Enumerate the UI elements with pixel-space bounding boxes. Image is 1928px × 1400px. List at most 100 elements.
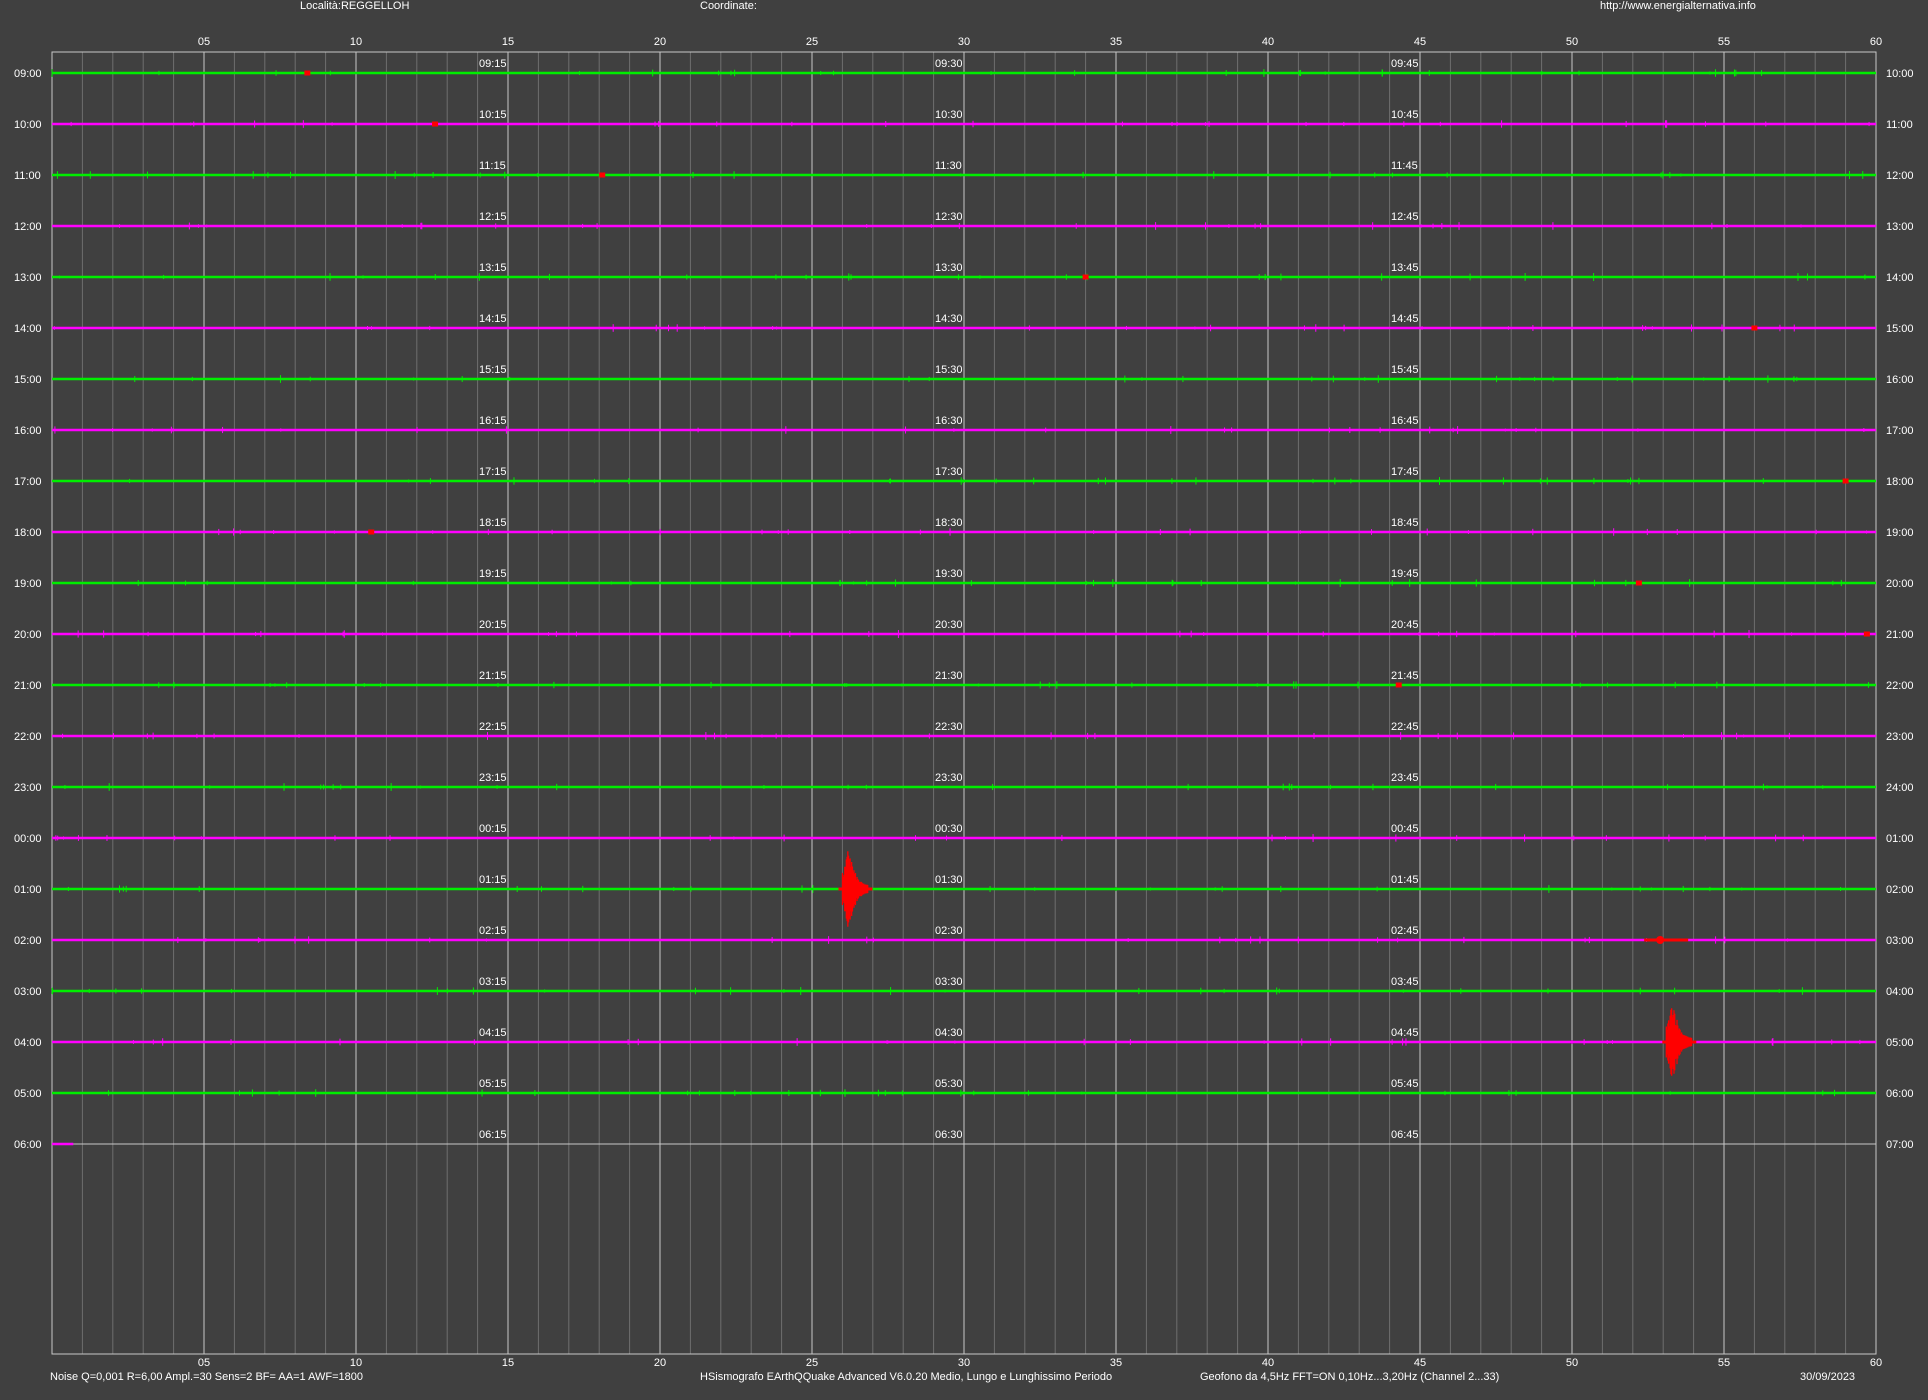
x-tick-label-top: 30: [958, 36, 970, 48]
seismic-event: [1082, 274, 1089, 280]
row-end-label: 17:00: [1886, 425, 1914, 437]
row-quarter-label: 03:15: [479, 976, 507, 988]
row-quarter-label: 04:15: [479, 1027, 507, 1039]
event-core: [1656, 936, 1665, 944]
x-tick-label-top: 25: [806, 36, 818, 48]
row-start-label: 17:00: [14, 476, 42, 488]
row-end-label: 16:00: [1886, 374, 1914, 386]
row-quarter-label: 10:45: [1391, 109, 1419, 121]
row-start-label: 21:00: [14, 680, 42, 692]
row-quarter-label: 19:15: [479, 568, 507, 580]
row-start-label: 19:00: [14, 578, 42, 590]
row-quarter-label: 06:30: [935, 1129, 963, 1141]
row-end-label: 06:00: [1886, 1088, 1914, 1100]
x-tick-label-top: 50: [1566, 36, 1578, 48]
event-marker: [1863, 631, 1870, 637]
row-end-label: 14:00: [1886, 272, 1914, 284]
event-marker: [1082, 274, 1089, 280]
event-marker: [1842, 478, 1849, 484]
row-start-label: 10:00: [14, 119, 42, 131]
row-end-label: 22:00: [1886, 680, 1914, 692]
row-quarter-label: 23:15: [479, 772, 507, 784]
row-start-label: 13:00: [14, 272, 42, 284]
row-quarter-label: 00:45: [1391, 823, 1419, 835]
row-quarter-label: 19:45: [1391, 568, 1419, 580]
row-start-label: 05:00: [14, 1088, 42, 1100]
x-tick-label-bottom: 25: [806, 1357, 818, 1369]
row-quarter-label: 18:30: [935, 517, 963, 529]
row-quarter-label: 09:45: [1391, 58, 1419, 70]
row-quarter-label: 06:15: [479, 1129, 507, 1141]
row-quarter-label: 16:30: [935, 415, 963, 427]
row-quarter-label: 14:45: [1391, 313, 1419, 325]
row-quarter-label: 11:45: [1391, 160, 1418, 172]
x-tick-label-top: 45: [1414, 36, 1426, 48]
row-end-label: 01:00: [1886, 833, 1914, 845]
row-quarter-label: 23:45: [1391, 772, 1419, 784]
seismic-event: [1751, 325, 1758, 331]
row-quarter-label: 15:45: [1391, 364, 1419, 376]
row-quarter-label: 22:45: [1391, 721, 1419, 733]
row-start-label: 03:00: [14, 986, 42, 998]
row-end-label: 12:00: [1886, 170, 1914, 182]
row-end-label: 24:00: [1886, 782, 1914, 794]
x-tick-label-top: 60: [1870, 36, 1882, 48]
seismic-event: [368, 529, 375, 535]
grid-layer: [51, 51, 1877, 1355]
x-tick-label-top: 40: [1262, 36, 1274, 48]
row-quarter-label: 15:15: [479, 364, 507, 376]
row-end-label: 07:00: [1886, 1139, 1914, 1151]
row-end-label: 15:00: [1886, 323, 1914, 335]
row-start-label: 06:00: [14, 1139, 42, 1151]
row-quarter-label: 13:30: [935, 262, 963, 274]
seismic-event: [304, 70, 311, 76]
seismic-event: [1635, 580, 1642, 586]
x-tick-label-bottom: 55: [1718, 1357, 1730, 1369]
row-quarter-label: 01:15: [479, 874, 507, 886]
row-end-label: 03:00: [1886, 935, 1914, 947]
row-quarter-label: 00:30: [935, 823, 963, 835]
row-quarter-label: 21:45: [1391, 670, 1419, 682]
row-quarter-label: 09:30: [935, 58, 963, 70]
row-quarter-label: 03:45: [1391, 976, 1419, 988]
footer-date: 30/09/2023: [1800, 1371, 1856, 1383]
x-tick-label-bottom: 50: [1566, 1357, 1578, 1369]
row-quarter-label: 16:15: [479, 415, 507, 427]
seismic-event: [432, 121, 439, 127]
x-tick-label-bottom: 45: [1414, 1357, 1426, 1369]
x-tick-label-bottom: 35: [1110, 1357, 1122, 1369]
row-end-label: 23:00: [1886, 731, 1914, 743]
seismograph-view: Località:REGGELLOH Coordinate: http://ww…: [0, 0, 1928, 1400]
row-quarter-label: 15:30: [935, 364, 963, 376]
x-tick-label-bottom: 30: [958, 1357, 970, 1369]
row-quarter-label: 23:30: [935, 772, 963, 784]
row-quarter-label: 03:30: [935, 976, 963, 988]
row-start-label: 09:00: [14, 68, 42, 80]
row-end-label: 10:00: [1886, 68, 1914, 80]
seismic-event: [838, 851, 873, 927]
row-quarter-label: 11:15: [479, 160, 506, 172]
row-quarter-label: 05:30: [935, 1078, 963, 1090]
row-end-label: 04:00: [1886, 986, 1914, 998]
row-start-label: 04:00: [14, 1037, 42, 1049]
row-quarter-label: 21:30: [935, 670, 963, 682]
event-marker: [432, 121, 439, 127]
row-end-label: 19:00: [1886, 527, 1914, 539]
row-quarter-label: 20:45: [1391, 619, 1419, 631]
row-end-label: 02:00: [1886, 884, 1914, 896]
row-start-label: 14:00: [14, 323, 42, 335]
x-tick-label-bottom: 20: [654, 1357, 666, 1369]
row-quarter-label: 14:30: [935, 313, 963, 325]
x-tick-label-bottom: 40: [1262, 1357, 1274, 1369]
row-end-label: 11:00: [1886, 119, 1913, 131]
x-tick-label-top: 55: [1718, 36, 1730, 48]
row-quarter-label: 01:30: [935, 874, 963, 886]
footer-sensor: Geofono da 4,5Hz FFT=ON 0,10Hz...3,20Hz …: [1200, 1371, 1500, 1383]
seismic-event: [1863, 631, 1870, 637]
row-start-label: 23:00: [14, 782, 42, 794]
row-start-label: 02:00: [14, 935, 42, 947]
x-tick-label-bottom: 15: [502, 1357, 514, 1369]
x-tick-label-bottom: 60: [1870, 1357, 1882, 1369]
row-quarter-label: 02:30: [935, 925, 963, 937]
row-quarter-label: 21:15: [479, 670, 507, 682]
